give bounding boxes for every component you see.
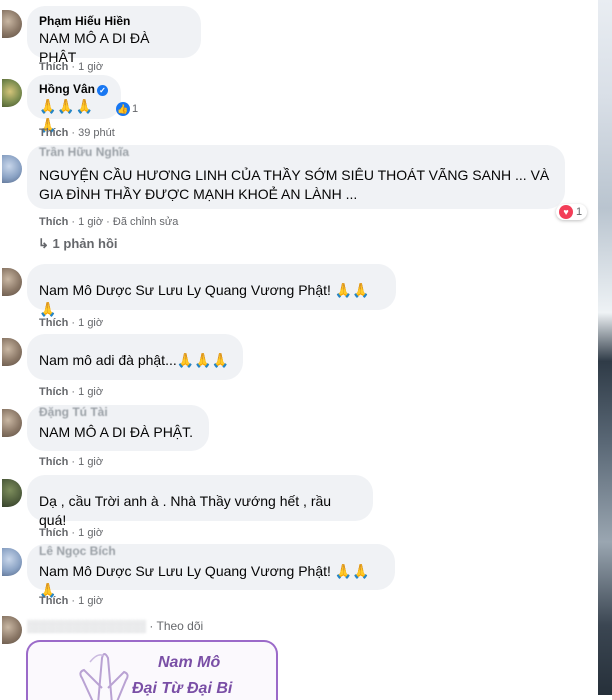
comment-bubble: Nam mô adi đà phật...🙏🙏🙏	[27, 334, 243, 380]
reaction-summary[interactable]: 👍 1	[116, 102, 138, 116]
separator: ·	[71, 595, 76, 607]
comment-text: Nam mô adi đà phật...🙏🙏🙏	[39, 352, 230, 368]
separator: ·	[71, 127, 76, 139]
comment-bubble: Phạm Hiếu Hiền NAM MÔ A DI ĐÀ PHẬT	[27, 6, 201, 65]
like-link[interactable]: Thích	[39, 61, 68, 73]
like-reaction-icon: 👍	[116, 102, 130, 116]
comment-bubble: Dạ , cầu Trời anh à . Nhà Thầy vướng hết…	[27, 475, 373, 528]
separator: ·	[71, 216, 76, 228]
comment-author[interactable]: Đặng Tú Tài	[39, 407, 197, 419]
author-name[interactable]: Hồng Vân	[39, 82, 95, 96]
edited-label: Đã chỉnh sửa	[112, 216, 179, 228]
like-link[interactable]: Thích	[39, 317, 68, 329]
separator: ·	[149, 619, 154, 633]
comment-actions: Thích · 1 giờ	[39, 456, 103, 468]
heart-reaction-icon: ♥	[559, 205, 573, 219]
like-link[interactable]: Thích	[39, 127, 68, 139]
comment-actions: Thích · 1 giờ	[39, 595, 103, 607]
comment-text: NGUYỆN CẦU HƯƠNG LINH CỦA THẦY SỚM SIÊU …	[39, 167, 550, 202]
avatar[interactable]	[2, 479, 22, 507]
comment-author[interactable]: ▒▒▒▒▒▒▒▒▒▒▒▒▒▒	[27, 619, 146, 633]
avatar[interactable]	[2, 10, 22, 38]
comment-text: NAM MÔ A DI ĐÀ PHẬT.	[39, 424, 194, 440]
like-link[interactable]: Thích	[39, 386, 68, 398]
prayer-sticker-image[interactable]: Nam Mô Đại Từ Đại Bi	[26, 640, 278, 700]
comment-time[interactable]: 1 giờ	[78, 527, 103, 539]
author-follow-line: ▒▒▒▒▒▒▒▒▒▒▒▒▒▒ · Theo dõi	[27, 619, 203, 633]
comment-author[interactable]	[39, 338, 231, 348]
avatar[interactable]	[2, 616, 22, 644]
verified-icon: ✓	[97, 85, 108, 96]
reaction-count: 1	[132, 103, 139, 115]
like-link[interactable]: Thích	[39, 527, 68, 539]
comment-author[interactable]	[39, 268, 384, 278]
comment-actions: Thích · 1 giờ	[39, 61, 103, 73]
avatar[interactable]	[2, 338, 22, 366]
comment-time[interactable]: 1 giờ	[78, 317, 103, 329]
praying-hands-icon	[79, 653, 129, 700]
like-link[interactable]: Thích	[39, 456, 68, 468]
comment-bubble: Nam Mô Dược Sư Lưu Ly Quang Vương Phật! …	[27, 264, 396, 317]
comment-bubble: Hồng Vân ✓ 🙏🙏🙏🙏	[27, 75, 121, 133]
comment-text: Nam Mô Dược Sư Lưu Ly Quang Vương Phật! …	[39, 282, 370, 317]
reply-arrow-icon: ↳	[38, 236, 49, 251]
view-replies-link[interactable]: ↳ 1 phản hồi	[38, 236, 118, 252]
comment-author[interactable]	[39, 479, 361, 489]
avatar[interactable]	[2, 409, 22, 437]
like-link[interactable]: Thích	[39, 595, 68, 607]
comment-actions: Thích · 39 phút	[39, 127, 115, 139]
comment-author[interactable]: Trần Hữu Nghĩa	[39, 147, 553, 161]
separator: ·	[71, 317, 76, 329]
avatar[interactable]	[2, 268, 22, 296]
comment-actions: Thích · 1 giờ	[39, 527, 103, 539]
comment-actions: Thích · 1 giờ	[39, 317, 103, 329]
comment-time[interactable]: 39 phút	[78, 127, 115, 139]
comment-actions: Thích · 1 giờ · Đã chỉnh sửa	[39, 216, 178, 228]
comment-time[interactable]: 1 giờ	[78, 456, 103, 468]
reaction-summary[interactable]: ♥ 1	[556, 204, 588, 220]
separator: ·	[71, 527, 76, 539]
reaction-count: 1	[576, 206, 583, 218]
follow-link[interactable]: Theo dõi	[157, 619, 204, 633]
sticker-text-line2: Đại Từ Đại Bi	[132, 680, 233, 697]
avatar[interactable]	[2, 548, 22, 576]
background-photo-strip	[598, 0, 612, 695]
comment-time[interactable]: 1 giờ	[78, 595, 103, 607]
comment-author[interactable]: Hồng Vân ✓	[39, 81, 109, 97]
separator: ·	[71, 61, 76, 73]
comment-bubble: Trần Hữu Nghĩa NGUYỆN CẦU HƯƠNG LINH CỦA…	[27, 145, 565, 209]
like-link[interactable]: Thích	[39, 216, 68, 228]
comment-bubble: Đặng Tú Tài NAM MÔ A DI ĐÀ PHẬT.	[27, 405, 209, 451]
replies-label: 1 phản hồi	[52, 236, 118, 251]
comment-author[interactable]: Phạm Hiếu Hiền	[39, 13, 189, 29]
comment-time[interactable]: 1 giờ	[78, 61, 103, 73]
avatar[interactable]	[2, 155, 22, 183]
comment-bubble: Lê Ngọc Bích Nam Mô Dược Sư Lưu Ly Quang…	[27, 544, 395, 598]
separator: ·	[106, 216, 110, 228]
comment-author[interactable]: Lê Ngọc Bích	[39, 546, 383, 558]
comment-time[interactable]: 1 giờ	[78, 386, 103, 398]
comment-text: Dạ , cầu Trời anh à . Nhà Thầy vướng hết…	[39, 493, 332, 528]
comment-time[interactable]: 1 giờ	[78, 216, 103, 228]
comment-actions: Thích · 1 giờ	[39, 386, 103, 398]
separator: ·	[71, 386, 76, 398]
separator: ·	[71, 456, 76, 468]
sticker-text-line1: Nam Mô	[158, 654, 221, 671]
avatar[interactable]	[2, 79, 22, 107]
